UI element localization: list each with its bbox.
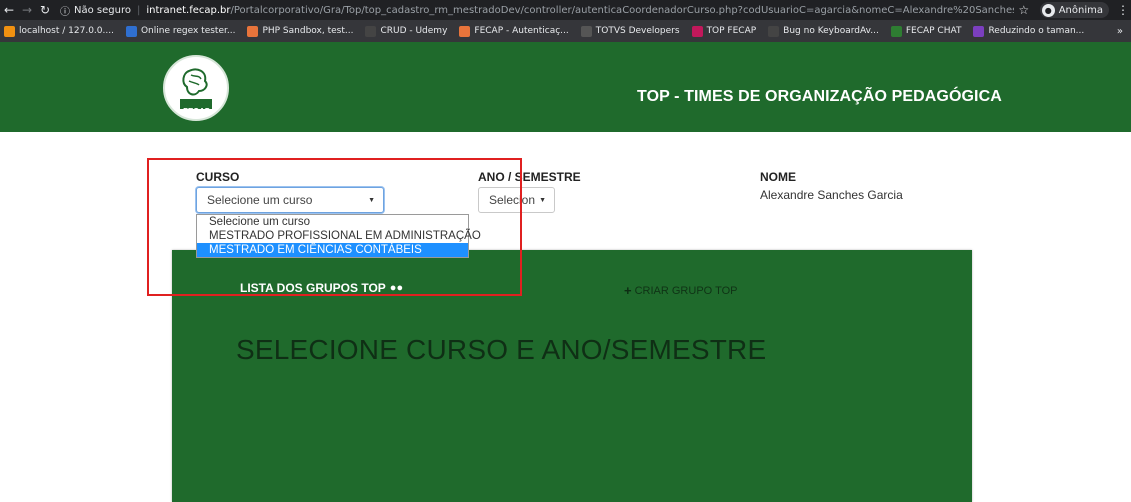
bookmarks-more-icon[interactable]: » [1117,26,1123,37]
create-group-button[interactable]: + CRIAR GRUPO TOP [624,283,737,298]
logo-text: FECAP [182,107,210,116]
create-group-label: CRIAR GRUPO TOP [634,284,738,297]
top-fecap-icon [691,25,703,37]
totvs-icon [580,25,592,37]
bookmark-item[interactable]: TOTVS Developers [580,25,680,37]
incognito-badge[interactable]: ● Anônima [1039,2,1109,18]
bookmark-item[interactable]: TOP FECAP [691,25,757,37]
browser-toolbar: ← → ↻ ⓘ Não seguro | intranet.fecap.br /… [0,0,1131,20]
bookmark-label: Bug no KeyboardAv... [783,26,879,36]
bookmark-item[interactable]: CRUD - Udemy [365,25,448,37]
bookmark-item[interactable]: FECAP CHAT [890,25,962,37]
phpmyadmin-icon [4,25,15,37]
bookmark-item[interactable]: localhost / 127.0.0.... [4,25,114,37]
bookmark-label: TOTVS Developers [595,26,680,36]
reload-icon[interactable]: ↻ [36,0,54,20]
bookmark-label: localhost / 127.0.0.... [19,26,114,36]
fecap-icon [459,25,471,37]
bookmark-label: TOP FECAP [706,26,757,36]
bookmark-item[interactable]: FECAP - Autenticaç... [459,25,569,37]
nome-label: NOME [760,170,796,184]
chat-icon [890,25,902,37]
php-sandbox-icon [247,25,259,37]
nome-value: Alexandre Sanches Garcia [760,188,903,202]
bookmarks-bar: localhost / 127.0.0.... Online regex test… [0,20,1131,42]
incognito-icon: ● [1041,3,1055,17]
info-icon[interactable]: ⓘ [60,3,70,18]
fecap-logo[interactable]: FECAP [163,55,229,121]
address-bar[interactable]: ⓘ Não seguro | intranet.fecap.br /Portal… [54,0,1014,20]
bookmark-item[interactable]: Online regex tester... [125,25,236,37]
bookmark-icon [973,25,985,37]
back-icon[interactable]: ← [0,0,18,20]
url-path: /Portalcorporativo/Gra/Top/top_cadastro_… [230,4,1014,16]
plus-icon: + [624,283,632,298]
forward-icon[interactable]: → [18,0,36,20]
bookmark-label: FECAP CHAT [905,26,962,36]
bookmark-item[interactable]: Bug no KeyboardAv... [768,25,879,37]
site-header: FECAP TOP - TIMES DE ORGANIZAÇÃO PEDAGÓG… [0,42,1131,132]
panel-message: SELECIONE CURSO E ANO/SEMESTRE [236,334,767,365]
bookmark-label: FECAP - Autenticaç... [474,26,569,36]
page-title: TOP - TIMES DE ORGANIZAÇÃO PEDAGÓGICA [637,88,1002,105]
url-host: intranet.fecap.br [146,4,231,16]
bookmark-label: PHP Sandbox, test... [262,26,354,36]
bookmark-label: CRUD - Udemy [380,26,448,36]
bookmark-label: Reduzindo o taman... [988,26,1085,36]
udemy-icon [365,25,377,37]
bookmark-item[interactable]: Reduzindo o taman... [973,25,1085,37]
bookmark-item[interactable]: PHP Sandbox, test... [247,25,354,37]
chevron-down-icon: ▼ [539,197,546,204]
security-label: Não seguro [74,4,131,16]
address-separator: | [136,4,141,16]
annotation-highlight-box [147,158,522,296]
regex-icon [125,25,137,37]
incognito-label: Anônima [1058,4,1103,16]
browser-menu-icon[interactable]: ⋮ [1115,3,1131,17]
bookmark-label: Online regex tester... [140,26,236,36]
github-icon [768,25,780,37]
bookmark-star-icon[interactable]: ☆ [1014,3,1034,17]
